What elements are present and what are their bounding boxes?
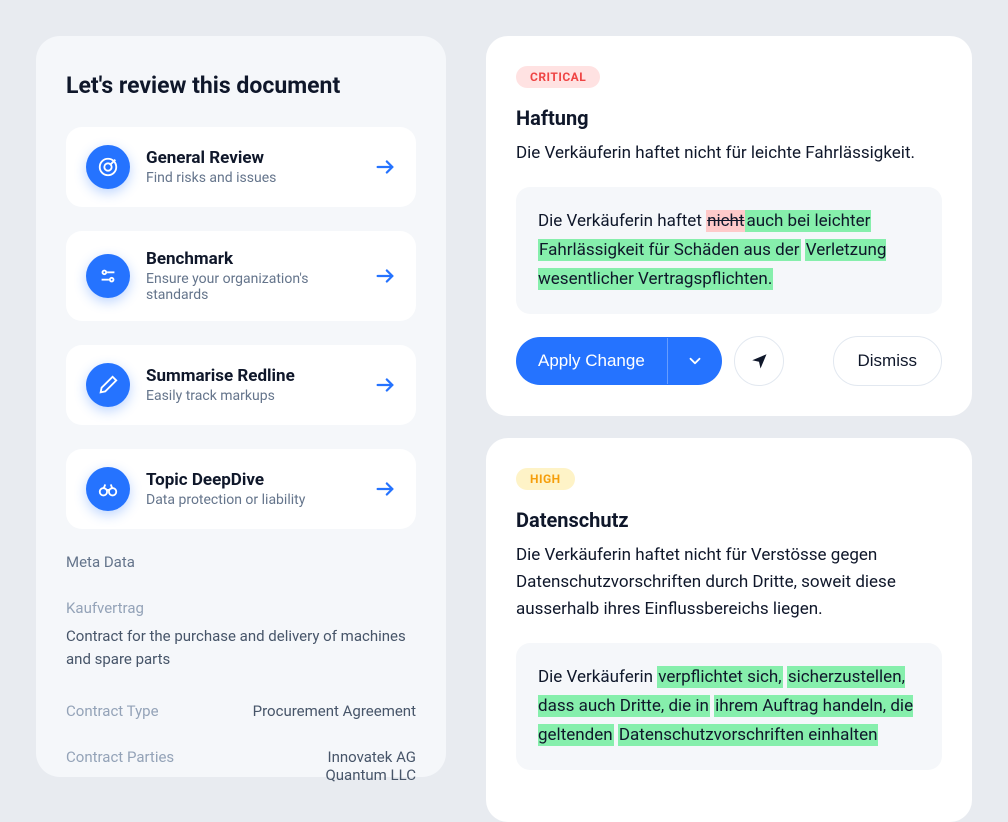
- diff-box: Die Verkäuferin haftet nichtauch bei lei…: [516, 187, 942, 314]
- chevron-down-icon: [686, 352, 704, 370]
- issue-card-critical: CRITICAL Haftung Die Verkäuferin haftet …: [486, 36, 972, 416]
- sliders-icon: [86, 254, 130, 298]
- issue-text: Die Verkäuferin haftet nicht für leichte…: [516, 140, 942, 167]
- action-subtitle: Ensure your organization's standards: [146, 271, 358, 303]
- meta-row-value: Procurement Agreement: [196, 702, 416, 720]
- button-row: Apply Change Dismiss: [516, 336, 942, 386]
- arrow-right-icon: [374, 156, 396, 178]
- arrow-right-icon: [374, 265, 396, 287]
- meta-row-value: Innovatek AG Quantum LLC: [196, 748, 416, 784]
- navigate-button[interactable]: [734, 336, 784, 386]
- pencil-icon: [86, 363, 130, 407]
- action-title: General Review: [146, 148, 358, 168]
- meta-row-label: Contract Type: [66, 702, 196, 720]
- action-subtitle: Easily track markups: [146, 388, 358, 404]
- issue-text: Die Verkäuferin haftet nicht für Verstös…: [516, 542, 942, 624]
- issues-panel: CRITICAL Haftung Die Verkäuferin haftet …: [486, 36, 972, 777]
- severity-badge: HIGH: [516, 468, 575, 490]
- action-title: Benchmark: [146, 249, 358, 269]
- action-title: Topic DeepDive: [146, 470, 358, 490]
- action-subtitle: Find risks and issues: [146, 170, 358, 186]
- action-summarise-redline[interactable]: Summarise Redline Easily track markups: [66, 345, 416, 425]
- meta-doc-type: Kaufvertrag: [66, 599, 416, 617]
- meta-data-section: Meta Data Kaufvertrag Contract for the p…: [66, 553, 416, 784]
- action-topic-deepdive[interactable]: Topic DeepDive Data protection or liabil…: [66, 449, 416, 529]
- navigation-icon: [750, 352, 768, 370]
- issue-title: Datenschutz: [516, 508, 942, 532]
- arrow-right-icon: [374, 374, 396, 396]
- action-title: Summarise Redline: [146, 366, 358, 386]
- apply-dropdown-icon[interactable]: [667, 338, 722, 384]
- target-icon: [86, 145, 130, 189]
- meta-heading: Meta Data: [66, 553, 416, 571]
- review-panel: Let's review this document General Revie…: [36, 36, 446, 777]
- page-title: Let's review this document: [66, 72, 416, 99]
- action-benchmark[interactable]: Benchmark Ensure your organization's sta…: [66, 231, 416, 321]
- diff-added: auch bei leichter: [745, 210, 871, 232]
- diff-box: Die Verkäuferin verpflichtet sich, siche…: [516, 643, 942, 770]
- arrow-right-icon: [374, 478, 396, 500]
- diff-removed: nicht: [706, 210, 745, 232]
- dismiss-button[interactable]: Dismiss: [833, 336, 943, 386]
- apply-change-button[interactable]: Apply Change: [516, 337, 722, 385]
- meta-description: Contract for the purchase and delivery o…: [66, 625, 416, 670]
- action-general-review[interactable]: General Review Find risks and issues: [66, 127, 416, 207]
- diff-added: verpflichtet sich,: [657, 666, 782, 688]
- action-subtitle: Data protection or liability: [146, 492, 358, 508]
- issue-title: Haftung: [516, 106, 942, 130]
- diff-added: Fahrlässigkeit für Schäden aus der: [538, 239, 801, 261]
- diff-added: Datenschutzvorschriften einhalten: [618, 724, 879, 746]
- severity-badge: CRITICAL: [516, 66, 600, 88]
- binoculars-icon: [86, 467, 130, 511]
- meta-row-label: Contract Parties: [66, 748, 196, 784]
- issue-card-high: HIGH Datenschutz Die Verkäuferin haftet …: [486, 438, 972, 822]
